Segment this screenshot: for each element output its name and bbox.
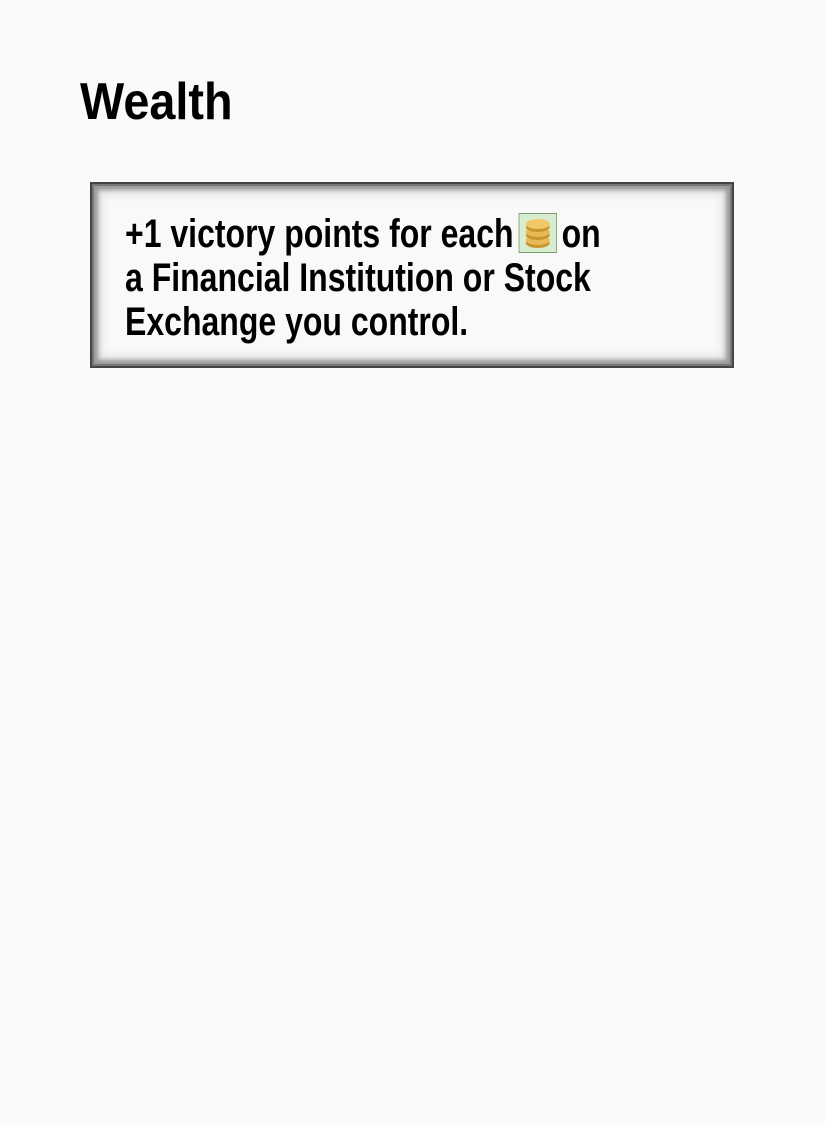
effect-line-1: +1 victory points for each on [125, 212, 601, 256]
effect-text-part: on [561, 212, 601, 256]
coins-icon [518, 213, 557, 253]
effect-line-2: a Financial Institution or Stock [125, 256, 591, 300]
effect-card: +1 victory points for each on a Financia… [90, 182, 734, 368]
effect-text: +1 victory points for each on a Financia… [125, 212, 601, 344]
effect-text-part: +1 victory points for each [125, 212, 514, 256]
effect-line-3: Exchange you control. [125, 300, 469, 344]
page-title: Wealth [80, 73, 233, 131]
